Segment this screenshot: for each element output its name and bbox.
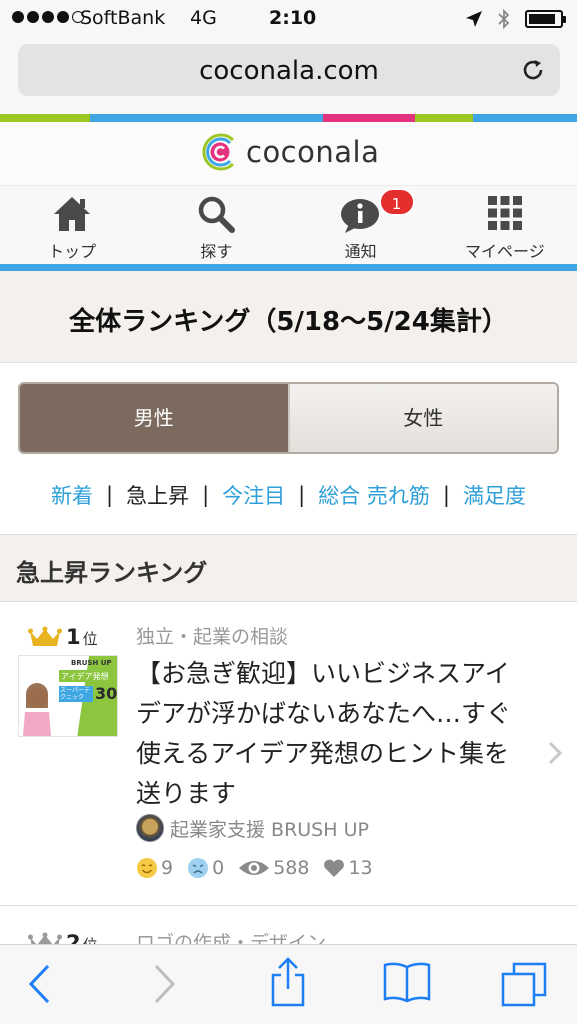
- bad-count: 0: [212, 857, 225, 879]
- site-logo[interactable]: coconala: [200, 130, 379, 174]
- thumb-sub: スーパーテクニック: [60, 687, 90, 701]
- rank-suffix: 位: [82, 630, 98, 648]
- bad-rating: 0: [187, 857, 224, 879]
- filter-new[interactable]: 新着: [51, 480, 93, 510]
- page-title: 全体ランキング（5/18〜5/24集計）: [69, 307, 508, 337]
- ranking-item[interactable]: 2 位 ロゴの作成・デザイン: [0, 906, 577, 946]
- item-category[interactable]: 独立・起業の相談: [136, 622, 288, 649]
- network-type: 4G: [190, 7, 217, 29]
- item-stats: 9 0 588 13: [136, 857, 387, 879]
- filter-separator: |: [106, 483, 114, 507]
- search-icon: [199, 196, 236, 233]
- status-bar: SoftBank 4G 2:10: [0, 0, 577, 38]
- crown-icon: [28, 626, 62, 646]
- section-header: 急上昇ランキング: [0, 534, 577, 602]
- like-count-stat: 13: [323, 857, 373, 879]
- good-rating: 9: [136, 857, 173, 879]
- carrier-name: SoftBank: [80, 7, 166, 29]
- sad-face-icon: [188, 858, 209, 878]
- nav-label-search: 探す: [200, 242, 233, 261]
- nav-label-notifications: 通知: [344, 242, 377, 261]
- filter-separator: |: [442, 483, 450, 507]
- coconala-logo-icon: [202, 133, 235, 171]
- nav-item-notifications[interactable]: 1 通知: [289, 186, 433, 264]
- view-count: 588: [273, 857, 310, 879]
- share-icon[interactable]: [268, 957, 308, 1007]
- service-thumbnail[interactable]: BRUSH UP アイデア発想 スーパーテクニック 30: [18, 655, 118, 737]
- grid-icon: [487, 196, 522, 230]
- ranking-filters: 新着 | 急上昇 | 今注目 | 総合 売れ筋 | 満足度: [0, 478, 577, 512]
- nav-item-search[interactable]: 探す: [144, 186, 288, 264]
- section-title: 急上昇ランキング: [16, 559, 208, 587]
- gender-toggle: 男性 女性: [18, 382, 559, 454]
- item-title[interactable]: 【お急ぎ歓迎】いいビジネスアイデアが浮かばないあなたへ…すぐ使えるアイデア発想の…: [136, 654, 528, 814]
- notification-badge: 1: [378, 188, 415, 216]
- signal-strength-icon: [12, 11, 84, 23]
- location-arrow-icon: [466, 11, 482, 27]
- browser-toolbar: [0, 944, 577, 1024]
- thumb-number: 30: [95, 684, 118, 703]
- url-text[interactable]: coconala.com: [18, 56, 560, 86]
- filter-best-selling[interactable]: 総合 売れ筋: [318, 480, 430, 510]
- clock: 2:10: [269, 7, 317, 29]
- ranking-title-box: 全体ランキング（5/18〜5/24集計）: [0, 271, 577, 363]
- home-icon: [54, 197, 91, 231]
- chevron-right-icon: [548, 741, 563, 765]
- ranking-item[interactable]: 1 位 BRUSH UP アイデア発想 スーパーテクニック 30 独立・起業の相…: [0, 602, 577, 906]
- like-count: 13: [348, 857, 373, 879]
- view-count-stat: 588: [238, 857, 309, 879]
- nav-item-top[interactable]: トップ: [0, 186, 144, 264]
- seller[interactable]: 起業家支援 BRUSH UP: [136, 814, 369, 842]
- gender-tab-female[interactable]: 女性: [287, 384, 557, 452]
- battery-icon: [525, 10, 566, 28]
- gender-tab-male[interactable]: 男性: [20, 384, 288, 452]
- browser-address-area: coconala.com: [0, 38, 577, 114]
- filter-separator: |: [202, 483, 210, 507]
- logo-text: coconala: [246, 135, 380, 169]
- seller-avatar: [136, 814, 164, 842]
- bluetooth-icon: [498, 8, 510, 30]
- thumb-headline: アイデア発想: [61, 672, 109, 681]
- rank-badge: 1 位: [28, 624, 98, 649]
- filter-trending[interactable]: 今注目: [222, 480, 285, 510]
- nav-label-top: トップ: [48, 242, 97, 261]
- reload-icon[interactable]: [520, 57, 546, 83]
- back-icon[interactable]: [26, 963, 54, 1005]
- thumb-brand: BRUSH UP: [71, 659, 112, 667]
- heart-icon: [324, 859, 345, 877]
- brand-color-strip: [0, 114, 577, 122]
- nav-item-mypage[interactable]: マイページ: [433, 186, 577, 264]
- forward-icon[interactable]: [150, 963, 178, 1005]
- seller-name: 起業家支援 BRUSH UP: [170, 818, 369, 841]
- main-nav: トップ 探す 1 通知 マイページ: [0, 186, 577, 264]
- nav-label-mypage: マイページ: [465, 242, 545, 261]
- tabs-icon[interactable]: [500, 961, 548, 1007]
- smile-face-icon: [137, 858, 157, 878]
- rank-number: 1: [66, 624, 81, 649]
- filter-separator: |: [298, 483, 306, 507]
- good-count: 9: [161, 857, 174, 879]
- address-bar[interactable]: coconala.com: [18, 44, 560, 96]
- filter-satisfaction[interactable]: 満足度: [463, 480, 526, 510]
- notification-icon: [340, 199, 379, 233]
- filter-rising[interactable]: 急上昇: [126, 480, 189, 510]
- eye-icon: [239, 861, 270, 875]
- nav-underline: [0, 264, 577, 271]
- bookmarks-icon[interactable]: [382, 961, 432, 1005]
- site-header: coconala: [0, 122, 577, 186]
